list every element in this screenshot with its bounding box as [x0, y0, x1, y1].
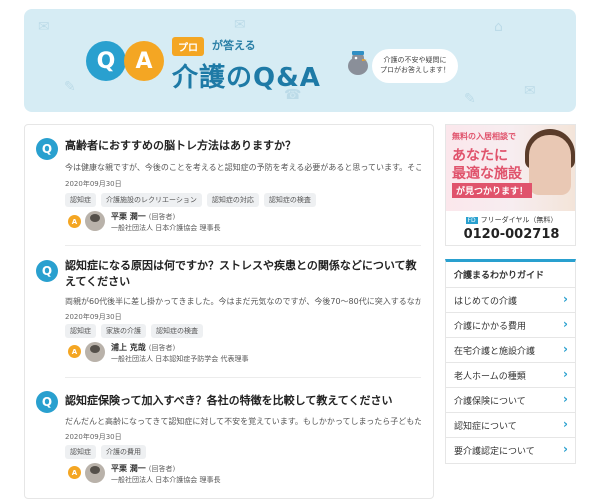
guide-item[interactable]: 介護保険について › — [446, 387, 575, 411]
chevron-right-icon: › — [563, 442, 568, 456]
pro-badge: プロ — [172, 37, 204, 56]
chevron-right-icon: › — [563, 342, 568, 356]
question-date: 2020年09月30日 — [65, 180, 122, 188]
answerer-org: 一般社団法人 日本認知症予防学会 代表理事 — [111, 355, 249, 363]
answerer-name: 浦上 克哉 (回答者) — [111, 343, 176, 352]
answer-icon: A — [68, 215, 81, 228]
guide-item[interactable]: 介護にかかる費用 › — [446, 312, 575, 336]
ad-line: 無料の入居相談で — [452, 132, 516, 141]
chevron-right-icon: › — [563, 367, 568, 381]
chevron-right-icon: › — [563, 392, 568, 406]
pattern-icon: ✉ — [38, 19, 50, 35]
guide-item[interactable]: 在宅介護と施設介護 › — [446, 337, 575, 361]
guide-item[interactable]: 要介護認定について › — [446, 437, 575, 461]
ad-tagline: が見つかります！ — [452, 183, 533, 198]
question-excerpt: だんだんと高齢になってきて認知症に対して不安を覚えています。もしかかってしまった… — [65, 417, 421, 426]
guide-heading: 介護まるわかりガイド — [454, 271, 545, 281]
question-title[interactable]: 高齢者におすすめの脳トレ方法はありますか？ — [65, 138, 421, 154]
tag[interactable]: 家族の介護 — [101, 324, 146, 338]
tag[interactable]: 認知症 — [65, 193, 96, 207]
question-excerpt: 両親が60代後半に差し掛かってきました。今はまだ元気なのですが、今後70～80代… — [65, 297, 421, 306]
phone-number[interactable]: 0120-002718 — [446, 227, 575, 242]
question-icon: Q — [36, 391, 58, 413]
pattern-icon: ✉ — [524, 83, 536, 99]
bird-mascot-icon — [348, 51, 368, 75]
answer-icon: A — [68, 466, 81, 479]
tag[interactable]: 認知症の検査 — [263, 193, 316, 207]
chevron-right-icon: › — [563, 317, 568, 331]
pattern-icon: ✎ — [464, 91, 476, 107]
answerer-org: 一般社団法人 日本介護協会 理事長 — [111, 476, 221, 484]
guide-item[interactable]: 認知症について › — [446, 412, 575, 436]
question-icon: Q — [36, 260, 58, 282]
divider — [65, 377, 421, 378]
tag[interactable]: 介護の費用 — [101, 445, 146, 459]
speech-bubble: 介護の不安や疑問に プロがお答えします！ — [372, 49, 458, 83]
tag-list: 認知症 家族の介護 認知症の検査 — [65, 324, 203, 338]
tag[interactable]: 認知症 — [65, 324, 96, 338]
answer-icon: A — [68, 345, 81, 358]
pattern-icon: ✉ — [234, 17, 246, 33]
qa-banner[interactable]: ✉ ✎ ✉ ☎ ⌂ ✉ ✎ Q A プロ が答える 介護のQ&A 介護の不安や疑… — [24, 9, 576, 112]
avatar — [85, 342, 105, 362]
tag[interactable]: 認知症の検査 — [151, 324, 203, 338]
chevron-right-icon: › — [563, 417, 568, 431]
answerer-name: 平栗 潤一 (回答者) — [111, 464, 176, 473]
ad-headline: あなたに — [452, 148, 508, 164]
pattern-icon: ⌂ — [494, 19, 503, 35]
divider — [65, 245, 421, 246]
pattern-icon: ✎ — [64, 79, 76, 95]
tag[interactable]: 介護施設のレクリエーション — [101, 193, 202, 207]
question-icon: Q — [36, 138, 58, 160]
question-title[interactable]: 認知症になる原因は何ですか？ストレスや疾患との関係などについて教えてください — [65, 258, 421, 290]
avatar — [85, 211, 105, 231]
answerer-name: 平栗 潤一 (回答者) — [111, 212, 176, 221]
question-date: 2020年09月30日 — [65, 433, 122, 441]
tag-list: 認知症 介護の費用 — [65, 445, 146, 459]
free-dial-icon: FD — [465, 217, 478, 224]
care-guide-menu: 介護まるわかりガイド はじめての介護 › 介護にかかる費用 › 在宅介護と施設介護 ›… — [445, 259, 576, 464]
chevron-right-icon: › — [563, 292, 568, 306]
q-bubble-icon: Q — [86, 41, 126, 81]
question-title[interactable]: 認知症保険って加入すべき？各社の特徴を比較して教えてください — [65, 393, 421, 409]
free-dial-label: FD フリーダイヤル（無料） — [465, 216, 558, 224]
ad-headline: 最適な施設 — [452, 166, 522, 182]
a-bubble-icon: A — [124, 41, 164, 81]
banner-subtitle: が答える — [212, 39, 256, 52]
question-date: 2020年09月30日 — [65, 313, 122, 321]
tag-list: 認知症 介護施設のレクリエーション 認知症の対応 認知症の検査 — [65, 193, 316, 207]
consultation-ad[interactable]: 無料の入居相談で あなたに 最適な施設 が見つかります！ FD フリーダイヤル（無… — [445, 124, 576, 246]
guide-item[interactable]: はじめての介護 › — [446, 287, 575, 311]
avatar — [85, 463, 105, 483]
tag[interactable]: 認知症 — [65, 445, 96, 459]
qa-list: Q 高齢者におすすめの脳トレ方法はありますか？ 今は健康な親ですが、今後のことを… — [24, 124, 434, 499]
answerer-org: 一般社団法人 日本介護協会 理事長 — [111, 224, 221, 232]
banner-title: 介護のQ&A — [172, 63, 321, 93]
tag[interactable]: 認知症の対応 — [206, 193, 259, 207]
question-excerpt: 今は健康な親ですが、今後のことを考えると認知症の予防を考える必要があると思ってい… — [65, 163, 421, 172]
guide-item[interactable]: 老人ホームの種類 › — [446, 362, 575, 386]
